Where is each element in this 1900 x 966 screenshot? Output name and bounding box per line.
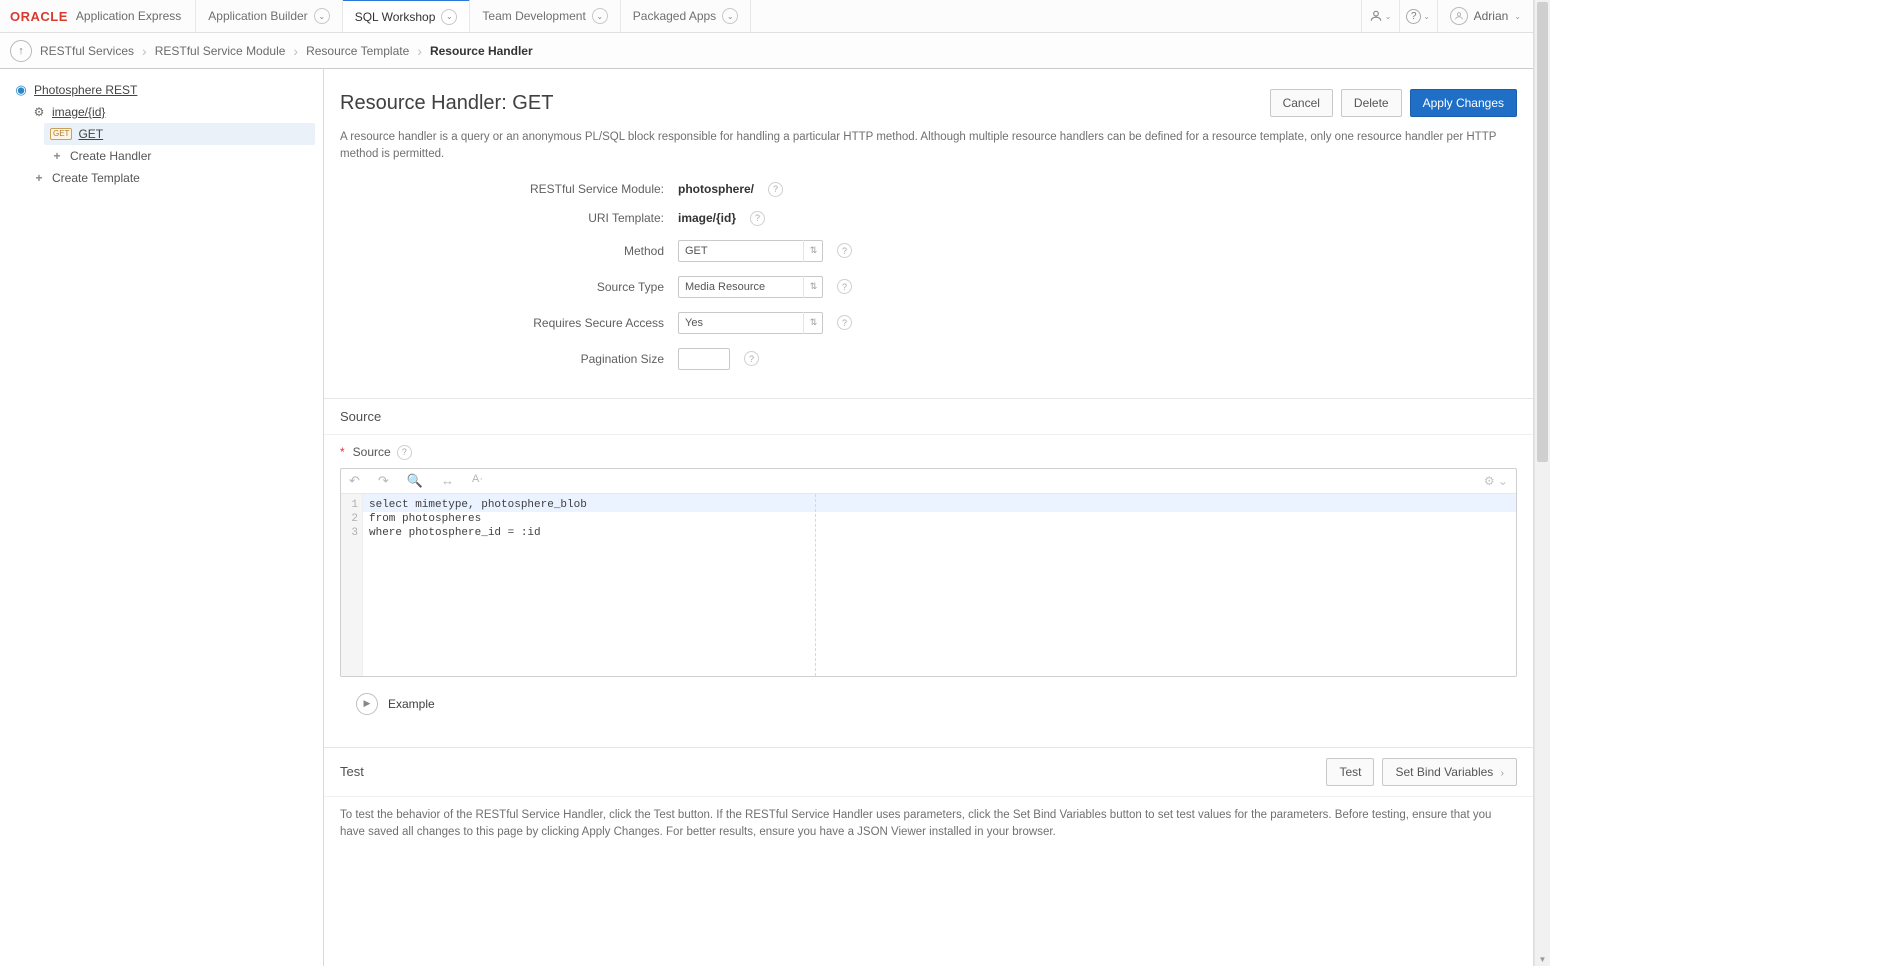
- chevron-right-icon: ›: [293, 43, 298, 59]
- chevron-right-icon: ›: [142, 43, 147, 59]
- nav-sql-workshop[interactable]: SQL Workshop ⌄: [343, 0, 471, 32]
- tree-create-template[interactable]: + Create Template: [26, 167, 315, 189]
- nav-app-builder[interactable]: Application Builder ⌄: [196, 0, 342, 32]
- plus-icon: +: [50, 149, 64, 163]
- expand-icon[interactable]: ↔: [441, 473, 454, 489]
- intro-text: A resource handler is a query or an anon…: [324, 125, 1533, 178]
- search-icon[interactable]: 🔍: [407, 473, 423, 489]
- label-module: RESTful Service Module:: [340, 182, 664, 196]
- expand-example-button[interactable]: ▶: [356, 693, 378, 715]
- source-type-select[interactable]: [678, 276, 823, 298]
- topbar: ORACLE Application Express Application B…: [0, 0, 1533, 33]
- apply-changes-button[interactable]: Apply Changes: [1410, 89, 1517, 117]
- value-uri: image/{id}: [678, 211, 736, 225]
- label-uri: URI Template:: [340, 211, 664, 225]
- fold-guide: [815, 494, 816, 676]
- user-menu[interactable]: Adrian ⌄: [1437, 0, 1533, 32]
- nav-packaged[interactable]: Packaged Apps ⌄: [621, 0, 751, 32]
- chevron-down-icon: ⌄: [1514, 12, 1521, 21]
- plus-icon: +: [32, 171, 46, 185]
- help-icon[interactable]: ?: [750, 211, 765, 226]
- chevron-down-icon: ⌄: [722, 8, 738, 24]
- test-button[interactable]: Test: [1326, 758, 1374, 786]
- help-icon[interactable]: ? ⌄: [1399, 0, 1437, 32]
- delete-button[interactable]: Delete: [1341, 89, 1402, 117]
- settings-icon[interactable]: ⚙ ⌄: [1484, 474, 1508, 488]
- help-icon[interactable]: ?: [837, 279, 852, 294]
- avatar-icon: [1450, 7, 1468, 25]
- help-icon[interactable]: ?: [744, 351, 759, 366]
- source-field-label: Source: [353, 445, 391, 459]
- help-icon[interactable]: ?: [397, 445, 412, 460]
- help-icon[interactable]: ?: [837, 315, 852, 330]
- line-gutter: 123: [341, 494, 363, 676]
- autocomplete-icon[interactable]: A·: [472, 473, 483, 489]
- cancel-button[interactable]: Cancel: [1270, 89, 1333, 117]
- tree-handler-get[interactable]: GET GET: [44, 123, 315, 145]
- help-icon[interactable]: ?: [768, 182, 783, 197]
- redo-icon[interactable]: ↷: [378, 473, 389, 489]
- chevron-down-icon: ⌄: [314, 8, 330, 24]
- crumb-current: Resource Handler: [430, 44, 533, 58]
- breadcrumb: ↑ RESTful Services › RESTful Service Mod…: [0, 33, 1533, 69]
- help-icon[interactable]: ?: [837, 243, 852, 258]
- vertical-scrollbar[interactable]: ▲ ▼: [1534, 0, 1550, 966]
- undo-icon[interactable]: ↶: [349, 473, 360, 489]
- label-pagination: Pagination Size: [340, 352, 664, 366]
- chevron-down-icon: ⌄: [441, 9, 457, 25]
- page-title: Resource Handler: GET: [340, 92, 553, 115]
- sidebar: ◉ Photosphere REST ⚙ image/{id} GET GET …: [0, 69, 324, 966]
- method-select[interactable]: [678, 240, 823, 262]
- required-indicator: *: [340, 445, 345, 459]
- brand-subtitle: Application Express: [76, 9, 181, 23]
- section-test-head: Test Test Set Bind Variables ›: [324, 748, 1533, 796]
- set-bind-variables-button[interactable]: Set Bind Variables ›: [1382, 758, 1517, 786]
- code-editor[interactable]: ↶ ↷ 🔍 ↔ A· ⚙ ⌄ 123: [340, 468, 1517, 677]
- chevron-right-icon: ›: [417, 43, 422, 59]
- value-module: photosphere/: [678, 182, 754, 196]
- gear-icon: ⚙: [32, 105, 46, 119]
- chevron-down-icon: ⌄: [592, 8, 608, 24]
- method-badge-icon: GET: [50, 128, 72, 140]
- tree-create-handler[interactable]: + Create Handler: [44, 145, 315, 167]
- scroll-thumb[interactable]: [1537, 2, 1548, 462]
- admin-icon[interactable]: ⌄: [1361, 0, 1399, 32]
- label-secure: Requires Secure Access: [340, 316, 664, 330]
- up-button[interactable]: ↑: [10, 40, 32, 62]
- main: Resource Handler: GET Cancel Delete Appl…: [324, 69, 1533, 966]
- pagination-input[interactable]: [678, 348, 730, 370]
- code-area[interactable]: select mimetype, photosphere_blob from p…: [363, 494, 1516, 676]
- label-source-type: Source Type: [340, 280, 664, 294]
- tree-template[interactable]: ⚙ image/{id}: [26, 101, 315, 123]
- crumb-module[interactable]: RESTful Service Module: [155, 44, 286, 58]
- section-source-head: Source: [324, 399, 1533, 434]
- secure-select[interactable]: [678, 312, 823, 334]
- crumb-services[interactable]: RESTful Services: [40, 44, 134, 58]
- tree-root[interactable]: ◉ Photosphere REST: [8, 79, 315, 101]
- chevron-right-icon: ›: [1501, 768, 1504, 779]
- brand[interactable]: ORACLE Application Express: [0, 0, 196, 32]
- example-label: Example: [388, 697, 435, 711]
- oracle-logo: ORACLE: [10, 9, 68, 24]
- globe-icon: ◉: [14, 83, 28, 97]
- label-method: Method: [340, 244, 664, 258]
- scroll-down-icon[interactable]: ▼: [1535, 952, 1550, 966]
- nav-team-dev[interactable]: Team Development ⌄: [470, 0, 620, 32]
- test-description: To test the behavior of the RESTful Serv…: [340, 807, 1517, 842]
- crumb-template[interactable]: Resource Template: [306, 44, 409, 58]
